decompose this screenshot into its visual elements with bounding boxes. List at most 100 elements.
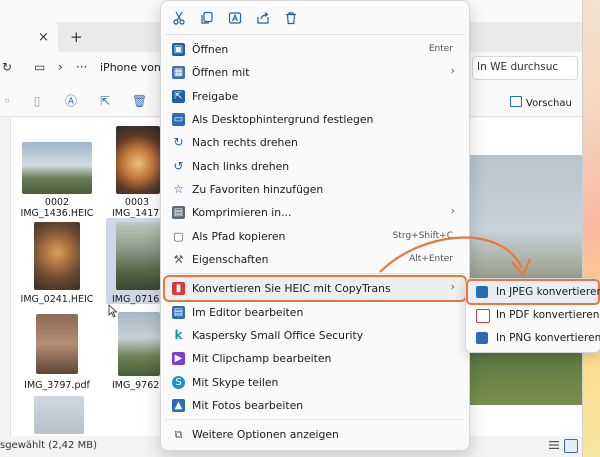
menu-item-share[interactable]: ⇱ Freigabe (165, 85, 465, 108)
rotate-right-icon: ↻ (173, 135, 184, 149)
star-icon: ☆ (173, 182, 184, 196)
menu-item-label: Freigabe (192, 90, 239, 103)
details-view-icon[interactable] (548, 439, 560, 451)
menu-item-clipchamp[interactable]: ▶ Mit Clipchamp bearbeiten (165, 347, 465, 370)
file-thumbnail[interactable] (118, 312, 160, 376)
menu-item-set-wallpaper[interactable]: ▭ Als Desktophintergrund festlegen (165, 108, 465, 131)
menu-item-skype[interactable]: S Mit Skype teilen (165, 371, 465, 394)
preview-button[interactable]: Vorschau (510, 96, 572, 109)
png-icon (476, 332, 488, 344)
menu-item-convert-heic-copytrans[interactable]: ▮ Konvertieren Sie HEIC mit CopyTrans › (163, 275, 467, 302)
menu-item-label: Komprimieren in... (192, 206, 292, 219)
menu-item-label: Öffnen mit (192, 66, 250, 79)
chevron-right-icon: › (450, 280, 455, 293)
menu-separator (165, 34, 465, 35)
rename-icon[interactable] (227, 11, 243, 27)
menu-item-label: Konvertieren Sie HEIC mit CopyTrans (192, 282, 391, 295)
mouse-cursor-icon (108, 304, 118, 318)
quick-actions-bar (161, 1, 469, 33)
chevron-right-icon[interactable]: › (58, 60, 63, 74)
jpeg-icon (476, 286, 488, 298)
menu-item-label: Eigenschaften (192, 253, 269, 266)
share-icon[interactable] (255, 11, 271, 27)
menu-item-open-with[interactable]: ▦ Öffnen mit › (165, 61, 465, 84)
menu-item-rotate-left[interactable]: ↺ Nach links drehen (165, 155, 465, 178)
menu-item-add-favorites[interactable]: ☆ Zu Favoriten hinzufügen (165, 178, 465, 201)
menu-item-label: Nach links drehen (192, 160, 290, 173)
preview-pane-icon (510, 96, 522, 107)
menu-item-label: Nach rechts drehen (192, 136, 298, 149)
menu-item-compress[interactable]: ▤ Komprimieren in... › (165, 201, 465, 224)
pdf-icon (476, 309, 490, 323)
file-thumbnail[interactable] (22, 142, 92, 194)
file-thumbnail[interactable] (116, 222, 160, 290)
notepad-icon: ▤ (172, 306, 185, 319)
menu-item-edit-in-editor[interactable]: ▤ Im Editor bearbeiten (165, 301, 465, 324)
file-thumbnail[interactable] (34, 396, 84, 434)
menu-item-properties[interactable]: ⚒ Eigenschaften Alt+Enter (165, 248, 465, 271)
monitor-icon[interactable]: ▭ (34, 60, 45, 74)
share-icon[interactable]: ⇱ (98, 94, 112, 108)
more-icon[interactable]: ··· (76, 60, 87, 74)
menu-item-label: Weitere Optionen anzeigen (192, 428, 339, 441)
chevron-right-icon: › (450, 64, 455, 77)
menu-item-label: Mit Fotos bearbeiten (192, 399, 304, 412)
delete-icon[interactable]: 🗑 (132, 94, 147, 108)
file-name[interactable]: IMG_0241.HEIC (14, 294, 100, 305)
menu-item-open[interactable]: ▣ Öffnen Enter (165, 38, 465, 61)
paste-icon[interactable]: ▯ (30, 94, 44, 108)
menu-item-label: Als Desktophintergrund festlegen (192, 113, 374, 126)
menu-item-label: Mit Skype teilen (192, 376, 279, 389)
menu-item-label: Mit Clipchamp bearbeiten (192, 352, 332, 365)
submenu-item-pdf[interactable]: In PDF konvertieren (468, 304, 600, 326)
submenu-item-label: In JPEG konvertieren (496, 286, 600, 298)
menu-separator (165, 273, 465, 274)
search-input[interactable]: In WE durchsuc (472, 56, 578, 80)
close-tab-icon[interactable]: × (38, 30, 49, 45)
menu-item-shortcut: Strg+Shift+C (392, 231, 453, 241)
skype-icon: S (172, 376, 185, 389)
wallpaper-icon: ▭ (172, 113, 185, 126)
delete-icon[interactable] (283, 11, 299, 27)
file-name[interactable]: IMG_9762.H (112, 380, 169, 391)
menu-item-photos[interactable]: ▲ Mit Fotos bearbeiten (165, 394, 465, 417)
copytrans-submenu: In JPEG konvertieren In PDF konvertieren… (465, 278, 600, 353)
menu-item-kaspersky[interactable]: k Kaspersky Small Office Security (165, 324, 465, 347)
navigation-pane (0, 118, 11, 436)
menu-item-label: Im Editor bearbeiten (192, 306, 304, 319)
status-text: sgewählt (2,42 MB) (0, 440, 97, 451)
menu-separator (165, 419, 465, 420)
more-options-icon: ⧉ (174, 428, 183, 441)
submenu-item-label: In PDF konvertieren (496, 309, 600, 321)
submenu-item-jpeg[interactable]: In JPEG konvertieren (466, 279, 600, 305)
new-tab-button[interactable]: + (70, 28, 83, 46)
search-placeholder: In WE durchsuc (477, 61, 559, 73)
menu-item-more-options[interactable]: ⧉ Weitere Optionen anzeigen (165, 423, 465, 446)
explorer-tab[interactable]: × (0, 22, 58, 52)
rotate-left-icon: ↺ (173, 159, 184, 173)
menu-item-shortcut: Enter (428, 44, 453, 54)
file-name[interactable]: IMG_3797.pdf (14, 380, 100, 391)
rename-icon[interactable]: Ⓐ (64, 94, 78, 108)
cut-icon[interactable] (171, 11, 187, 27)
submenu-item-png[interactable]: In PNG konvertieren (468, 327, 600, 349)
zip-icon: ▤ (172, 206, 185, 219)
file-name[interactable]: IMG_1436.HEIC (14, 208, 100, 219)
refresh-icon[interactable]: ↻ (2, 60, 12, 74)
copy-icon[interactable] (199, 11, 215, 27)
file-thumbnail[interactable] (34, 222, 80, 290)
file-thumbnail[interactable] (36, 314, 78, 374)
submenu-item-label: In PNG konvertieren (496, 332, 600, 344)
menu-item-copy-path[interactable]: ▢ Als Pfad kopieren Strg+Shift+C (165, 225, 465, 248)
preview-label: Vorschau (526, 98, 572, 109)
menu-item-label: Als Pfad kopieren (192, 230, 286, 243)
file-name[interactable]: IMG_0716.H (112, 294, 169, 305)
file-label-number: 0003 (124, 197, 150, 208)
cut-icon[interactable]: ◦ (0, 94, 14, 108)
copytrans-icon: ▮ (172, 282, 185, 295)
menu-item-rotate-right[interactable]: ↻ Nach rechts drehen (165, 131, 465, 154)
file-thumbnail[interactable] (116, 126, 160, 194)
tiles-view-icon[interactable] (564, 439, 578, 453)
menu-item-shortcut: Alt+Enter (409, 254, 453, 264)
wrench-icon: ⚒ (173, 253, 184, 266)
